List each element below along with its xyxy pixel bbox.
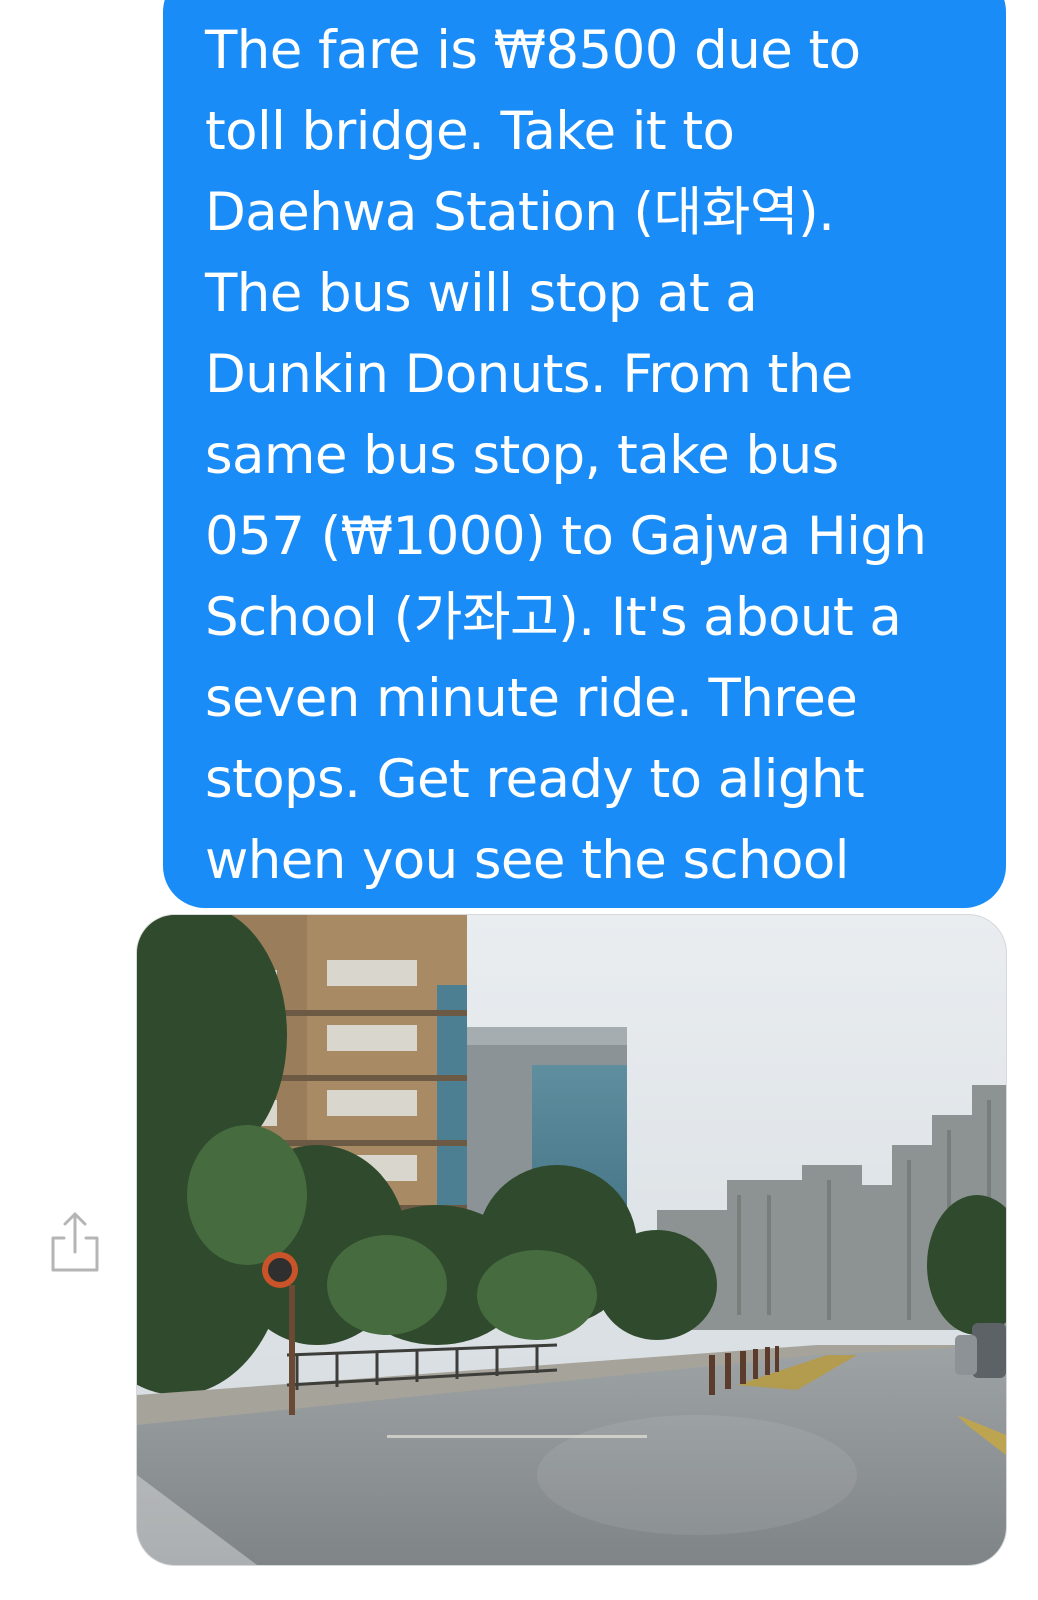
- message-line: The fare is ₩8500 due to: [205, 20, 861, 81]
- photo-attachment[interactable]: [137, 915, 1006, 1565]
- share-icon: [51, 1212, 99, 1272]
- share-button[interactable]: [46, 1206, 104, 1278]
- message-line: The bus will stop at a: [205, 263, 758, 324]
- message-line: when you see the school: [205, 830, 849, 891]
- message-line: seven minute ride. Three: [205, 668, 858, 729]
- message-line: Daehwa Station (대화역).: [205, 182, 835, 243]
- message-text: The fare is ₩8500 due to toll bridge. Ta…: [205, 10, 995, 901]
- message-line: School (가좌고). It's about a: [205, 587, 902, 648]
- message-line: toll bridge. Take it to: [205, 101, 735, 162]
- message-line: 057 (₩1000) to Gajwa High: [205, 506, 927, 567]
- street-photo: [137, 915, 1006, 1565]
- message-thread: The fare is ₩8500 due to toll bridge. Ta…: [0, 0, 1038, 1600]
- message-line: stops. Get ready to alight: [205, 749, 865, 810]
- message-line: same bus stop, take bus: [205, 425, 839, 486]
- message-line: Dunkin Donuts. From the: [205, 344, 853, 405]
- sent-message-bubble[interactable]: The fare is ₩8500 due to toll bridge. Ta…: [163, 0, 1006, 908]
